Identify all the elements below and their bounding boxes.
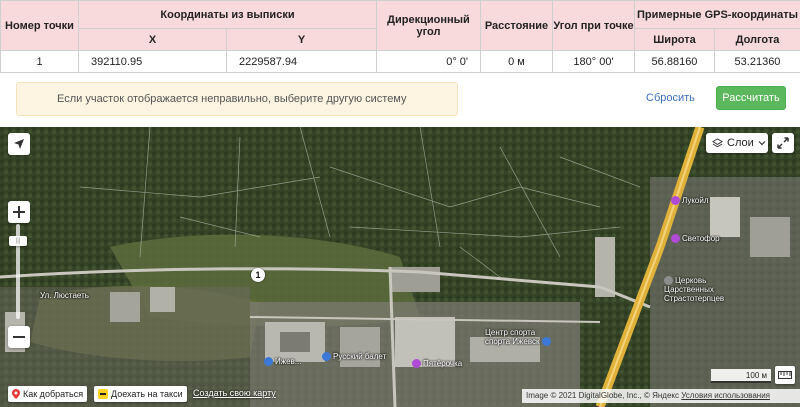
taxi-button[interactable]: Доехать на такси — [94, 386, 187, 402]
zoom-out-button[interactable] — [8, 326, 30, 348]
table-row: 1 392110.95 2229587.94 0° 0' 0 м 180° 00… — [0, 50, 800, 73]
point-marker[interactable]: 1 — [251, 268, 265, 282]
coordinates-table: Номер точки Координаты из выписки Дирекц… — [0, 0, 800, 73]
poi-russian-ballet[interactable]: Русский балет — [322, 352, 386, 362]
page: Номер точки Координаты из выписки Дирекц… — [0, 0, 800, 407]
sport-icon — [541, 337, 551, 347]
header-lon: Долгота — [714, 28, 800, 51]
poi-sport-center[interactable]: Центр спорта спорта Ижевск — [485, 328, 553, 347]
cell-num: 1 — [0, 50, 79, 73]
header-coords: Координаты из выписки — [78, 0, 377, 29]
fullscreen-button[interactable] — [772, 133, 794, 153]
location-arrow-icon — [14, 139, 24, 149]
header-y: Y — [226, 28, 377, 51]
poi-lukoil[interactable]: Лукойл — [671, 196, 709, 206]
poi-pyaterochka[interactable]: Пятёрочка — [412, 359, 462, 369]
header-distance: Расстояние — [480, 0, 553, 51]
minus-icon — [13, 336, 25, 338]
fuel-icon — [671, 196, 680, 206]
header-point-number: Номер точки — [0, 0, 79, 51]
poi-church[interactable]: Церковь Царственных Страстотерпцев — [664, 276, 724, 303]
cell-lon: 53.21360 — [714, 50, 800, 73]
coordinate-system-notice: Если участок отображается неправильно, в… — [16, 82, 458, 137]
calculate-button[interactable]: Рассчитать — [716, 86, 786, 110]
header-lat: Широта — [634, 28, 715, 51]
header-bearing: Дирекционный угол — [376, 0, 481, 51]
cell-angle: 180° 00' — [552, 50, 635, 73]
shop-icon — [412, 359, 421, 369]
cell-distance: 0 м — [480, 50, 553, 73]
header-x: X — [78, 28, 227, 51]
taxi-icon — [98, 389, 108, 399]
poi-house[interactable]: Ижев... — [264, 357, 301, 367]
geolocation-button[interactable] — [8, 133, 30, 155]
plus-icon — [13, 206, 25, 218]
header-gps: Примерные GPS-координаты — [634, 0, 800, 29]
zoom-slider-handle[interactable]: ||| — [9, 236, 27, 246]
cell-y: 2229587.94 — [226, 50, 377, 73]
shop-icon — [671, 234, 680, 244]
layers-label: Слои — [727, 137, 754, 149]
map-copyright: Image © 2021 DigitalGlobe, Inc., © Яндек… — [522, 389, 800, 403]
cell-bearing: 0° 0' — [376, 50, 481, 73]
route-button[interactable]: Как добраться — [8, 386, 88, 402]
ruler-icon — [778, 371, 792, 379]
ruler-button[interactable] — [775, 366, 795, 384]
scale-bar: 100 м — [711, 369, 771, 383]
cell-lat: 56.88160 — [634, 50, 715, 73]
ballet-icon — [322, 352, 331, 362]
satellite-map[interactable] — [0, 127, 800, 407]
chevron-down-icon — [758, 141, 766, 146]
header-angle: Угол при точке — [552, 0, 635, 51]
street-label: Ул. Люстаеть — [40, 291, 89, 300]
zoom-in-button[interactable] — [8, 201, 30, 223]
satellite-imagery — [0, 127, 800, 407]
poi-svetofor[interactable]: Светофор — [671, 234, 720, 244]
building-icon — [264, 357, 273, 367]
terms-link[interactable]: Условия использования — [681, 391, 770, 400]
create-map-link[interactable]: Создать свою карту — [193, 388, 276, 398]
reset-link[interactable]: Сбросить — [646, 92, 695, 104]
expand-icon — [777, 137, 789, 149]
layers-button[interactable]: Слои — [706, 133, 768, 153]
pin-icon — [12, 389, 20, 399]
cell-x: 392110.95 — [78, 50, 227, 73]
layers-icon — [712, 137, 723, 147]
